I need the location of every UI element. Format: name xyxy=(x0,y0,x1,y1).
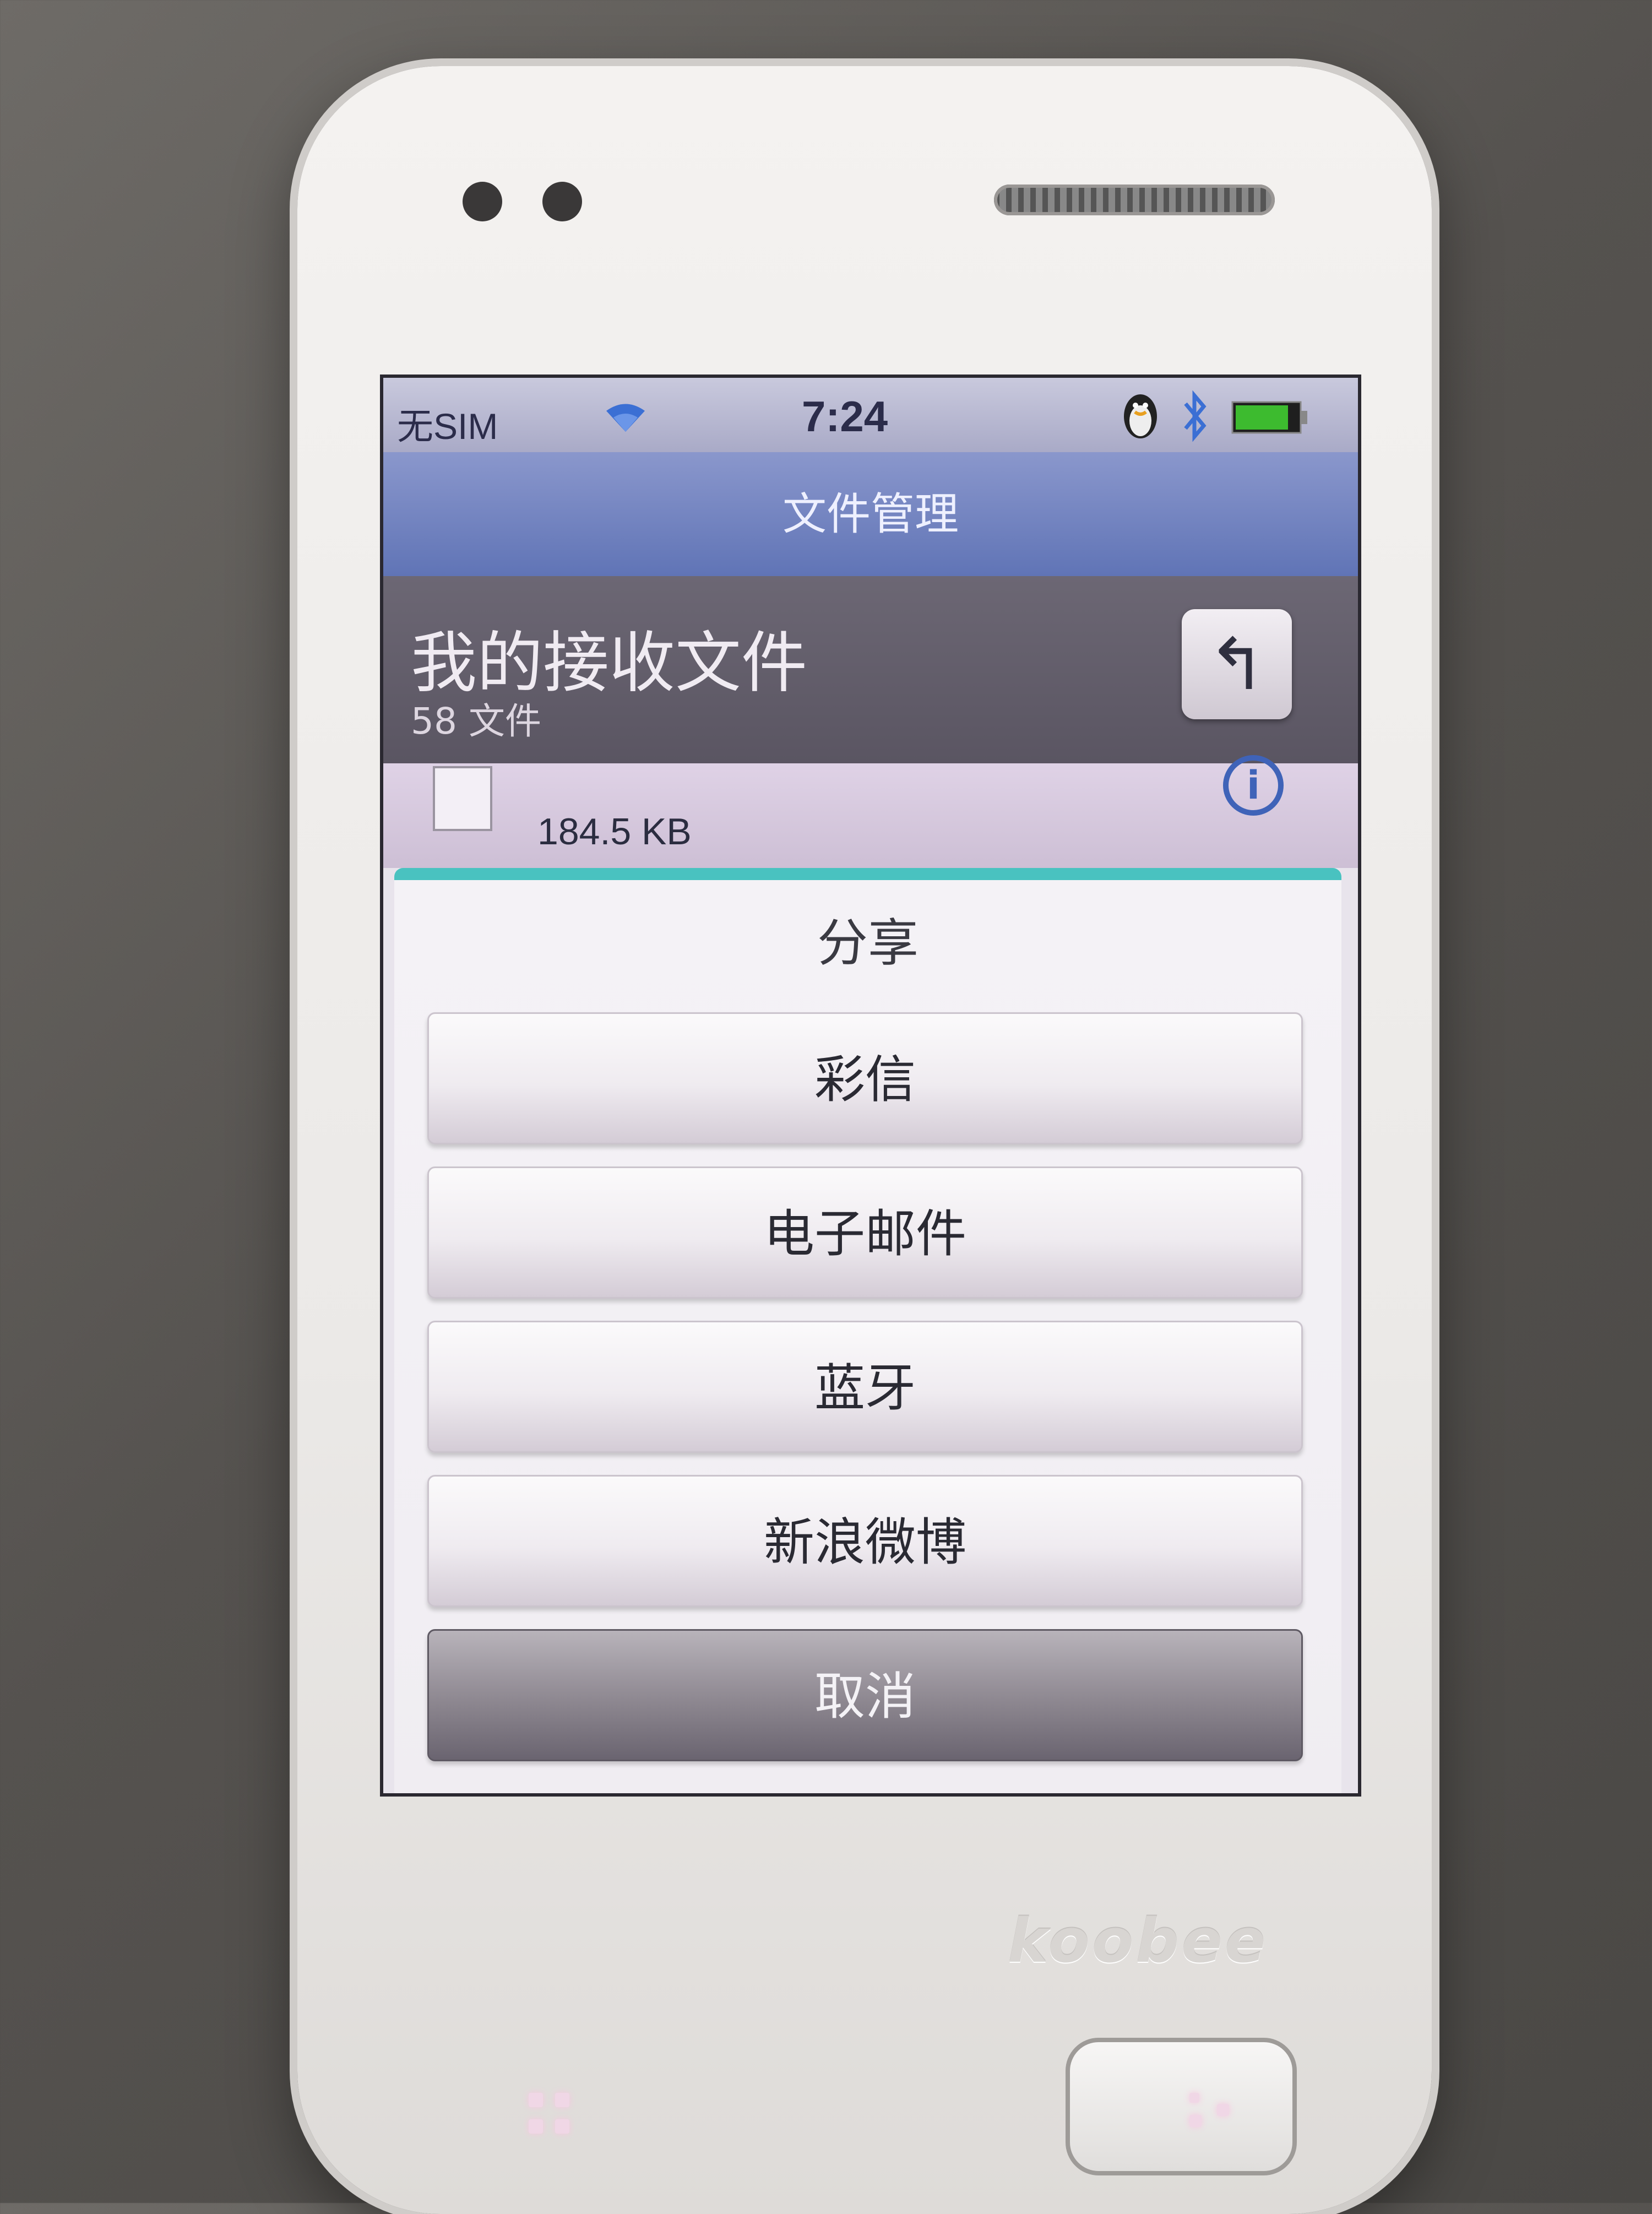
wifi-icon xyxy=(604,400,648,435)
earpiece-speaker xyxy=(994,184,1275,215)
dialog-title: 分享 xyxy=(817,914,919,973)
share-dialog: 分享 彩信 电子邮件 蓝牙 新浪微博 取消 xyxy=(394,868,1341,1793)
front-camera xyxy=(463,182,502,221)
file-size: 184.5 KB xyxy=(537,811,692,853)
bluetooth-icon xyxy=(1179,390,1212,444)
proximity-sensor xyxy=(542,182,582,221)
cancel-button[interactable]: 取消 xyxy=(427,1629,1303,1761)
back-key-icon[interactable] xyxy=(1189,2093,1239,2142)
path-bar: 我的接收文件 58 文件 ↰ xyxy=(383,576,1358,763)
menu-key-icon[interactable] xyxy=(529,2093,578,2142)
home-button[interactable] xyxy=(1066,2038,1297,2175)
up-directory-button[interactable]: ↰ xyxy=(1182,609,1292,719)
qq-penguin-icon xyxy=(1118,389,1162,443)
file-list-item[interactable]: 184.5 KB i xyxy=(383,755,1358,868)
file-thumbnail-icon xyxy=(433,766,492,831)
share-option-email[interactable]: 电子邮件 xyxy=(427,1166,1303,1299)
folder-name: 我的接收文件 xyxy=(411,625,807,702)
phone-screen: 无SIM 7:24 文件管理 我的接收文件 58 文件 ↰ 184.5 KB i… xyxy=(380,375,1361,1797)
share-option-bluetooth[interactable]: 蓝牙 xyxy=(427,1321,1303,1453)
up-arrow-icon: ↰ xyxy=(1207,622,1267,706)
battery-icon xyxy=(1231,401,1308,436)
share-option-mms[interactable]: 彩信 xyxy=(427,1012,1303,1144)
info-icon[interactable]: i xyxy=(1223,755,1284,816)
share-option-weibo[interactable]: 新浪微博 xyxy=(427,1475,1303,1607)
app-title: 文件管理 xyxy=(383,452,1358,576)
carrier-label: 无SIM xyxy=(397,406,498,447)
brand-logo: koobee xyxy=(1008,1906,1268,1976)
status-time: 7:24 xyxy=(802,392,888,441)
status-bar: 无SIM 7:24 xyxy=(383,378,1358,452)
file-count: 58 文件 xyxy=(411,700,541,742)
